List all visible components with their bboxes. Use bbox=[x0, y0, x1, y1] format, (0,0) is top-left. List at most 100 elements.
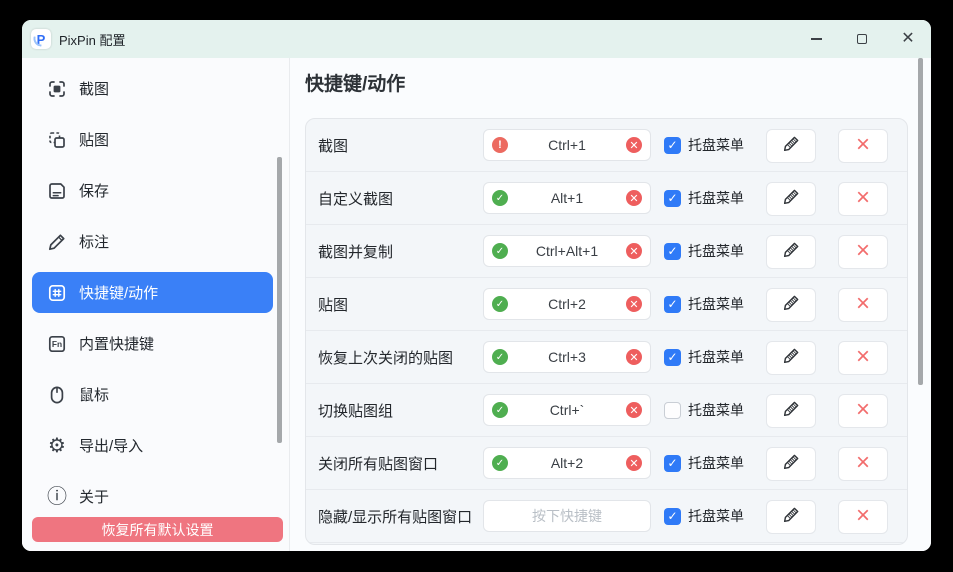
close-button[interactable]: ✕ bbox=[885, 20, 931, 58]
tray-menu-checkbox[interactable] bbox=[664, 455, 681, 472]
sidebar: 截图贴图保存标注快捷键/动作 Fn 内置快捷键鼠标 ⚙导出/导入 ⓘ关于 恢复所有默认设… bbox=[22, 58, 290, 551]
hotkey-input[interactable]: ✓Ctrl+`✕ bbox=[483, 394, 651, 426]
edit-hotkey-button[interactable] bbox=[766, 394, 816, 428]
hotkey-action-label: 关闭所有贴图窗口 bbox=[318, 453, 483, 474]
sidebar-item-4[interactable]: 快捷键/动作 bbox=[32, 272, 273, 313]
clear-hotkey-icon[interactable]: ✕ bbox=[626, 243, 642, 259]
hotkey-value: Alt+2 bbox=[508, 455, 626, 471]
hotkey-action-label: 恢复上次关闭的贴图 bbox=[318, 347, 483, 368]
sidebar-item-label: 保存 bbox=[79, 180, 109, 201]
screenshot-icon bbox=[46, 78, 68, 100]
delete-x-icon: × bbox=[856, 398, 870, 422]
hotkey-row: 贴图✓Ctrl+2✕托盘菜单× bbox=[306, 278, 907, 331]
delete-hotkey-button[interactable]: × bbox=[838, 447, 888, 481]
tray-menu-label: 托盘菜单 bbox=[688, 506, 744, 526]
delete-hotkey-button[interactable]: × bbox=[838, 129, 888, 163]
maximize-button[interactable] bbox=[839, 20, 885, 58]
hotkey-value: Ctrl+2 bbox=[508, 296, 626, 312]
hotkey-input[interactable]: ✓Ctrl+Alt+1✕ bbox=[483, 235, 651, 267]
edit-hotkey-button[interactable] bbox=[766, 235, 816, 269]
delete-x-icon: × bbox=[856, 292, 870, 316]
sidebar-item-0[interactable]: 截图 bbox=[32, 68, 273, 109]
hotkey-hash-icon bbox=[46, 282, 68, 304]
delete-hotkey-button[interactable]: × bbox=[838, 288, 888, 322]
sidebar-item-7[interactable]: ⚙导出/导入 bbox=[32, 425, 273, 466]
tray-menu-label: 托盘菜单 bbox=[688, 453, 744, 473]
hotkey-row: 隐藏/显示所有贴图窗口按下快捷键 托盘菜单 × bbox=[306, 490, 907, 543]
reset-defaults-button[interactable]: 恢复所有默认设置 bbox=[32, 517, 283, 542]
sidebar-item-3[interactable]: 标注 bbox=[32, 221, 273, 262]
tray-menu-label: 托盘菜单 bbox=[688, 188, 744, 208]
pin-image-icon bbox=[46, 129, 68, 151]
sidebar-item-label: 内置快捷键 bbox=[79, 333, 154, 354]
maximize-icon bbox=[857, 34, 867, 44]
tray-menu-checkbox[interactable] bbox=[664, 508, 681, 525]
hotkey-input[interactable]: ✓Alt+1✕ bbox=[483, 182, 651, 214]
hotkey-input[interactable]: ✓Ctrl+3✕ bbox=[483, 341, 651, 373]
hotkey-action-label: 切换贴图组 bbox=[318, 400, 483, 421]
hotkey-action-label: 隐藏/显示所有贴图窗口 bbox=[318, 506, 483, 527]
delete-hotkey-button[interactable]: × bbox=[838, 235, 888, 269]
save-icon bbox=[46, 180, 68, 202]
hotkey-placeholder: 按下快捷键 bbox=[492, 506, 642, 526]
tray-menu-checkbox[interactable] bbox=[664, 296, 681, 313]
delete-x-icon: × bbox=[856, 504, 870, 528]
delete-hotkey-button[interactable]: × bbox=[838, 341, 888, 375]
hotkey-action-label: 贴图 bbox=[318, 294, 483, 315]
clear-hotkey-icon[interactable]: ✕ bbox=[626, 190, 642, 206]
hotkey-row: 恢复上次关闭的贴图✓Ctrl+3✕ 托盘菜单 × bbox=[306, 331, 907, 384]
sidebar-scrollbar-thumb[interactable] bbox=[277, 157, 282, 443]
tray-menu-label: 托盘菜单 bbox=[688, 347, 744, 367]
edit-hotkey-button[interactable] bbox=[766, 341, 816, 375]
clear-hotkey-icon[interactable]: ✕ bbox=[626, 296, 642, 312]
titlebar: P PixPin 配置 ✕ bbox=[22, 20, 931, 58]
content-scrollbar-thumb[interactable] bbox=[918, 58, 923, 385]
edit-hotkey-button[interactable] bbox=[766, 500, 816, 534]
edit-pencil-icon bbox=[782, 134, 801, 158]
edit-hotkey-button[interactable] bbox=[766, 182, 816, 216]
svg-text:Fn: Fn bbox=[52, 339, 62, 349]
tray-menu-checkbox[interactable] bbox=[664, 137, 681, 154]
hotkey-valid-icon: ✓ bbox=[492, 402, 508, 418]
delete-hotkey-button[interactable]: × bbox=[838, 500, 888, 534]
clear-hotkey-icon[interactable]: ✕ bbox=[626, 402, 642, 418]
edit-pencil-icon bbox=[782, 505, 801, 529]
delete-hotkey-button[interactable]: × bbox=[838, 394, 888, 428]
tray-menu-checkbox[interactable] bbox=[664, 190, 681, 207]
sidebar-item-label: 快捷键/动作 bbox=[79, 282, 158, 303]
hotkey-row: 截图!Ctrl+1✕托盘菜单× bbox=[306, 119, 907, 172]
sidebar-item-5[interactable]: Fn 内置快捷键 bbox=[32, 323, 273, 364]
delete-hotkey-button[interactable]: × bbox=[838, 182, 888, 216]
sidebar-item-label: 标注 bbox=[79, 231, 109, 252]
sidebar-item-8[interactable]: ⓘ关于 bbox=[32, 476, 273, 517]
tray-menu-checkbox[interactable] bbox=[664, 243, 681, 260]
edit-pencil-icon bbox=[782, 293, 801, 317]
info-icon: ⓘ bbox=[46, 486, 68, 508]
sidebar-item-2[interactable]: 保存 bbox=[32, 170, 273, 211]
clear-hotkey-icon[interactable]: ✕ bbox=[626, 349, 642, 365]
edit-hotkey-button[interactable] bbox=[766, 288, 816, 322]
hotkey-input[interactable]: 按下快捷键 bbox=[483, 500, 651, 532]
sidebar-item-1[interactable]: 贴图 bbox=[32, 119, 273, 160]
tray-menu-label: 托盘菜单 bbox=[688, 241, 744, 261]
gear-icon: ⚙ bbox=[46, 435, 68, 457]
minimize-button[interactable] bbox=[793, 20, 839, 58]
edit-hotkey-button[interactable] bbox=[766, 447, 816, 481]
delete-x-icon: × bbox=[856, 133, 870, 157]
hotkey-input[interactable]: ✓Ctrl+2✕ bbox=[483, 288, 651, 320]
mouse-icon bbox=[46, 384, 68, 406]
hotkey-input[interactable]: ✓Alt+2✕ bbox=[483, 447, 651, 479]
clear-hotkey-icon[interactable]: ✕ bbox=[626, 137, 642, 153]
pixpin-config-window: P PixPin 配置 ✕ 截图贴图保存标注快捷键/动作Fn内置快捷键鼠标⚙导出… bbox=[22, 20, 931, 551]
hotkey-valid-icon: ✓ bbox=[492, 455, 508, 471]
clear-hotkey-icon[interactable]: ✕ bbox=[626, 455, 642, 471]
hotkey-value: Ctrl+1 bbox=[508, 137, 626, 153]
hotkey-row: 自定义截图✓Alt+1✕ 托盘菜单 × bbox=[306, 172, 907, 225]
hotkey-input[interactable]: !Ctrl+1✕ bbox=[483, 129, 651, 161]
sidebar-item-6[interactable]: 鼠标 bbox=[32, 374, 273, 415]
hotkey-action-label: 自定义截图 bbox=[318, 188, 483, 209]
tray-menu-checkbox[interactable] bbox=[664, 349, 681, 366]
tray-menu-checkbox[interactable] bbox=[664, 402, 681, 419]
sidebar-item-label: 截图 bbox=[79, 78, 109, 99]
edit-hotkey-button[interactable] bbox=[766, 129, 816, 163]
